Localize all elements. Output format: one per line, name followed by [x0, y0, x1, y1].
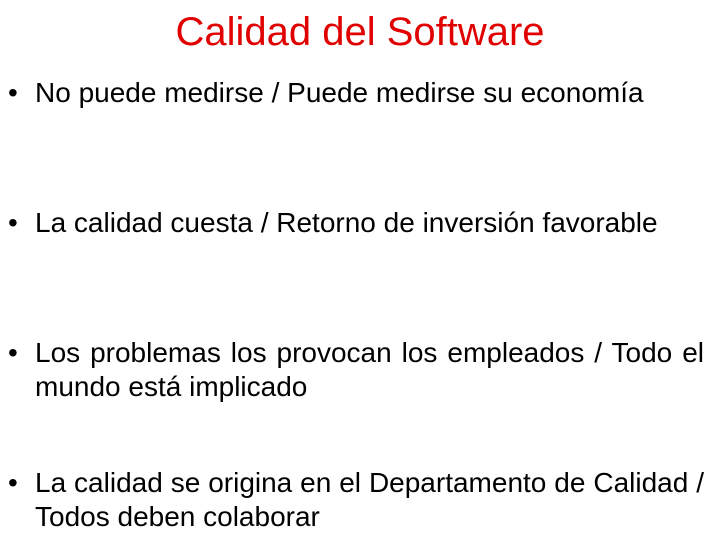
- bullet-icon: •: [8, 337, 18, 368]
- bullet-icon: •: [8, 77, 18, 108]
- bullet-text: No puede medirse / Puede medirse su econ…: [35, 77, 644, 108]
- bullet-text: Los problemas los provocan los empleados…: [35, 337, 704, 402]
- bullet-text: La calidad cuesta / Retorno de inversión…: [35, 207, 658, 238]
- slide-title: Calidad del Software: [175, 10, 545, 54]
- bullet-item: • La calidad cuesta / Retorno de inversi…: [8, 206, 704, 240]
- bullet-icon: •: [8, 467, 18, 498]
- bullet-item: • No puede medirse / Puede medirse su ec…: [8, 76, 704, 110]
- bullet-item: • Los problemas los provocan los emplead…: [8, 336, 704, 404]
- bullet-item: • La calidad se origina en el Departamen…: [8, 466, 704, 534]
- bullet-icon: •: [8, 207, 18, 238]
- bullet-text: La calidad se origina en el Departamento…: [35, 467, 704, 532]
